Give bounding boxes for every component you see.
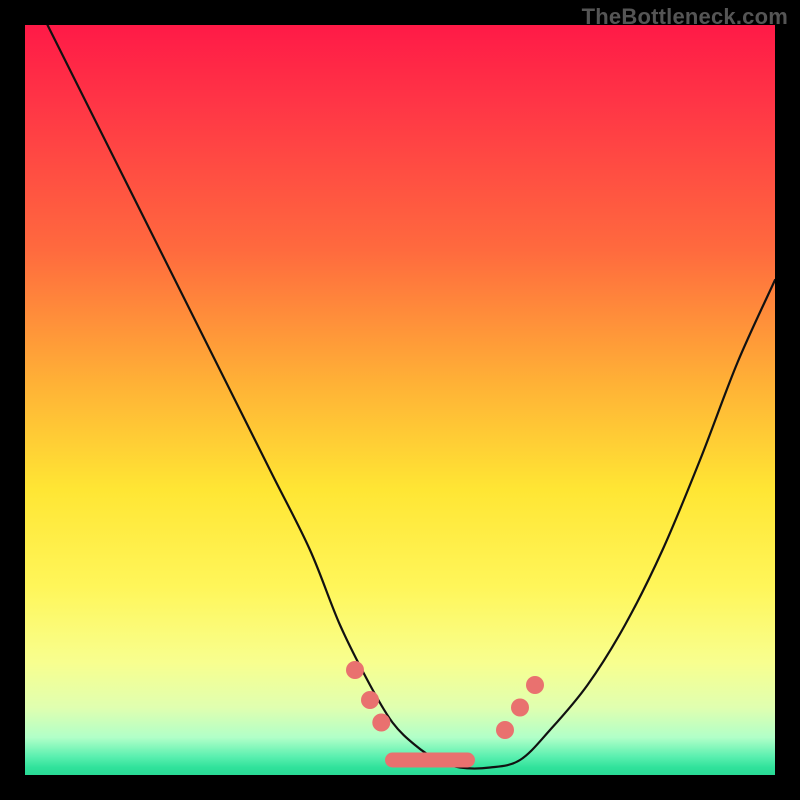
curve-marker-dot xyxy=(372,714,390,732)
chart-frame: TheBottleneck.com xyxy=(0,0,800,800)
curve-marker-dot xyxy=(346,661,364,679)
curve-marker-dot xyxy=(361,691,379,709)
curve-layer xyxy=(25,25,775,775)
curve-marker-dot xyxy=(496,721,514,739)
plot-area xyxy=(25,25,775,775)
curve-marker-dot xyxy=(511,699,529,717)
curve-markers xyxy=(346,661,544,768)
curve-marker-bar xyxy=(385,753,475,768)
curve-marker-dot xyxy=(526,676,544,694)
attribution-text: TheBottleneck.com xyxy=(582,4,788,30)
bottleneck-curve xyxy=(48,25,776,768)
